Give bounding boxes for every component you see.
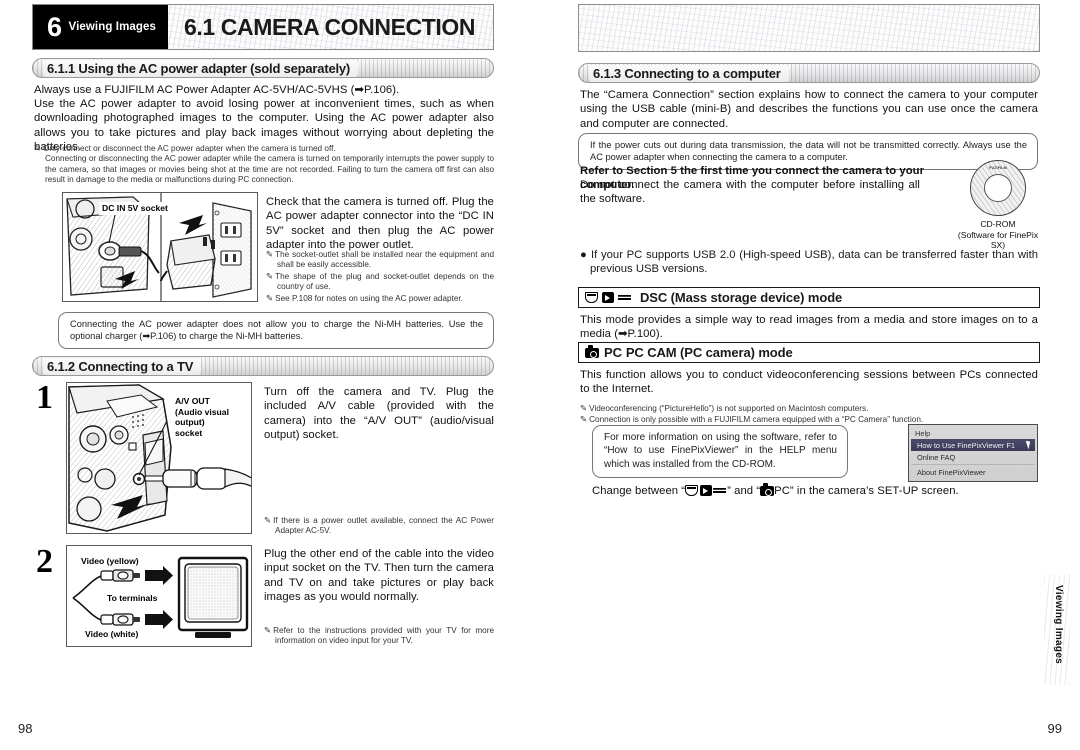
left-page: 6 Viewing Images 6.1 CAMERA CONNECTION 6… [0,0,540,750]
movie-icon [699,485,712,496]
mode-heading-dsc: DSC (Mass storage device) mode [578,287,1040,308]
section-613-para1: The “Camera Connection” section explains… [580,89,1038,130]
section-611-para1: Always use a FUJIFILM AC Power Adapter A… [34,84,400,96]
pencil-icon: ✎ [266,292,274,303]
fig-note-0: The socket-outlet shall be installed nea… [275,250,494,270]
step-1-note-text: If there is a power outlet available, co… [273,516,494,536]
dsc-mode-body: This mode provides a simple way to read … [580,314,1038,341]
step-1-number: 1 [36,379,53,416]
figure-notes-611: ✎ The socket-outlet shall be installed ne… [266,249,494,304]
label-video-yellow: Video (yellow) [81,556,139,566]
mode-heading-pccam-prefix: PC [604,345,622,360]
label-to-terminals: To terminals [107,593,158,603]
side-tab-label: Viewing Images [1053,585,1064,665]
pencil-icon: ✎ [264,625,272,635]
step-2-text: Plug the other end of the cable into the… [264,548,494,603]
figure-av-out-socket: A/V OUT (Audio visual output) socket [66,382,252,534]
page-title: 6.1 CAMERA CONNECTION [184,13,476,40]
help-menu-screenshot: Help How to Use FinePixViewer F1 Online … [908,424,1038,482]
change-line-mid: ” and “ [727,485,761,497]
playback-icon [585,292,598,303]
chapter-number: 6 [47,11,62,42]
pencil-icon: ✎ [266,249,274,259]
cd-brand-label: FUJIFILM [989,166,1007,170]
playback-icon [685,485,699,496]
label-video-white: Video (white) [85,629,139,639]
help-menu-title: Help [915,428,931,438]
pencil-icon: ✎ [34,143,42,153]
mode-heading-pccam-label: PC CAM (PC camera) mode [625,345,793,360]
step-2-note: ✎ Refer to the instructions provided with… [264,625,494,647]
change-line-post: ” in the camera’s SET-UP screen. [789,485,959,497]
mode-heading-pccam: PC PC CAM (PC camera) mode [578,342,1040,363]
note-611-line1: Only connect or disconnect the AC power … [43,144,336,153]
pccam-mode-body: This function allows you to conduct vide… [580,369,1038,396]
callout-nimh-charge: Connecting the AC power adapter does not… [58,312,494,350]
section-heading-612: 6.1.2 Connecting to a TV [32,356,494,376]
bullet-marker: ● [580,249,592,261]
note-611-line2: Connecting or disconnecting the AC power… [45,154,494,185]
pccam-note-0: Videoconferencing (“PictureHello”) is no… [589,404,869,413]
section-611-instruction: Check that the camera is turned off. Plu… [266,196,494,251]
av-out-label-line2: (Audio visual output) [175,406,229,428]
section-heading-611-label: 6.1.1 Using the AC power adapter (sold s… [43,60,359,77]
page-number-right: 99 [1047,721,1062,736]
camera-icon [585,344,599,358]
section-heading-611: 6.1.1 Using the AC power adapter (sold s… [32,58,494,78]
help-menu-item-how-to-use-label: How to Use FinePixViewer F1 [917,440,1016,450]
av-out-label-line1: A/V OUT [175,396,210,406]
cd-rom-illustration: FUJIFILM CD-ROM (Software for FinePix SX… [955,160,1041,251]
fig-note-2: See P.108 for notes on using the AC powe… [275,293,463,303]
pencil-icon: ✎ [580,403,588,413]
step-1-note: ✎ If there is a power outlet available, c… [264,515,494,537]
page-number-left: 98 [18,721,33,736]
step-1-text: Turn off the camera and TV. Plug the inc… [264,386,494,441]
change-line-pc: PC [774,485,790,497]
section-heading-613-label: 6.1.3 Connecting to a computer [589,65,789,82]
figure-label-dc-in: DC IN 5V socket [99,202,171,215]
figure-label-av-out: A/V OUT (Audio visual output) socket [173,395,251,439]
chapter-tab-label: Viewing Images [68,21,157,33]
section-611-note-1: ✎ Only connect or disconnect the AC power… [34,143,494,186]
inline-dsc-icons [685,485,727,496]
cd-caption-line1: CD-ROM [980,219,1016,229]
pencil-icon: ✎ [580,414,588,425]
step-2-note-text: Refer to the instructions provided with … [273,626,494,646]
right-page-header-band [578,4,1040,52]
change-line-pre: Change between “ [592,485,686,497]
cd-rom-disc-icon: FUJIFILM [970,160,1026,216]
camera-icon [760,483,775,496]
pccam-notes: ✎ Videoconferencing (“PictureHello”) is n… [580,403,1038,426]
pencil-icon: ✎ [264,515,272,525]
mode-heading-dsc-label: DSC (Mass storage device) mode [640,290,843,305]
pccam-note-1: Connection is only possible with a FUJIF… [589,415,924,425]
change-mode-line: Change between “ ” and “ PC” in the camera… [592,483,1032,498]
usb-bullet-item: ● If your PC supports USB 2.0 (High-spee… [580,248,1038,277]
chapter-header: 6 Viewing Images 6.1 CAMERA CONNECTION [32,4,494,50]
transfer-arrows-icon [713,485,727,496]
chapter-tab: 6 Viewing Images [33,5,169,49]
callout-finepixviewer-help: For more information on using the softwa… [592,425,848,479]
bold-note-body: Do not connect the camera with the compu… [580,179,920,206]
help-menu-item-online-faq[interactable]: Online FAQ [911,451,1035,463]
av-out-label-line3: socket [175,427,203,438]
movie-icon [602,292,614,303]
help-menu-item-about[interactable]: About FinePixViewer [911,464,1035,479]
section-heading-612-label: 6.1.2 Connecting to a TV [43,358,202,375]
section-heading-613: 6.1.3 Connecting to a computer [578,63,1040,83]
usb-bullet-text: If your PC supports USB 2.0 (High-speed … [590,249,1038,276]
transfer-arrows-icon [618,292,632,303]
step-2-number: 2 [36,543,53,580]
help-menu-item-how-to-use[interactable]: How to Use FinePixViewer F1 [911,439,1035,451]
figure-dc-in-socket: DC IN 5V socket [62,192,258,302]
pencil-icon: ✎ [266,270,274,281]
fig-note-1: The shape of the plug and socket-outlet … [275,271,494,292]
manual-spread: 6 Viewing Images 6.1 CAMERA CONNECTION 6… [0,0,1080,750]
figure-tv-connection: Video (yellow) To terminals Video (white… [66,545,252,647]
cursor-icon [1025,439,1033,450]
